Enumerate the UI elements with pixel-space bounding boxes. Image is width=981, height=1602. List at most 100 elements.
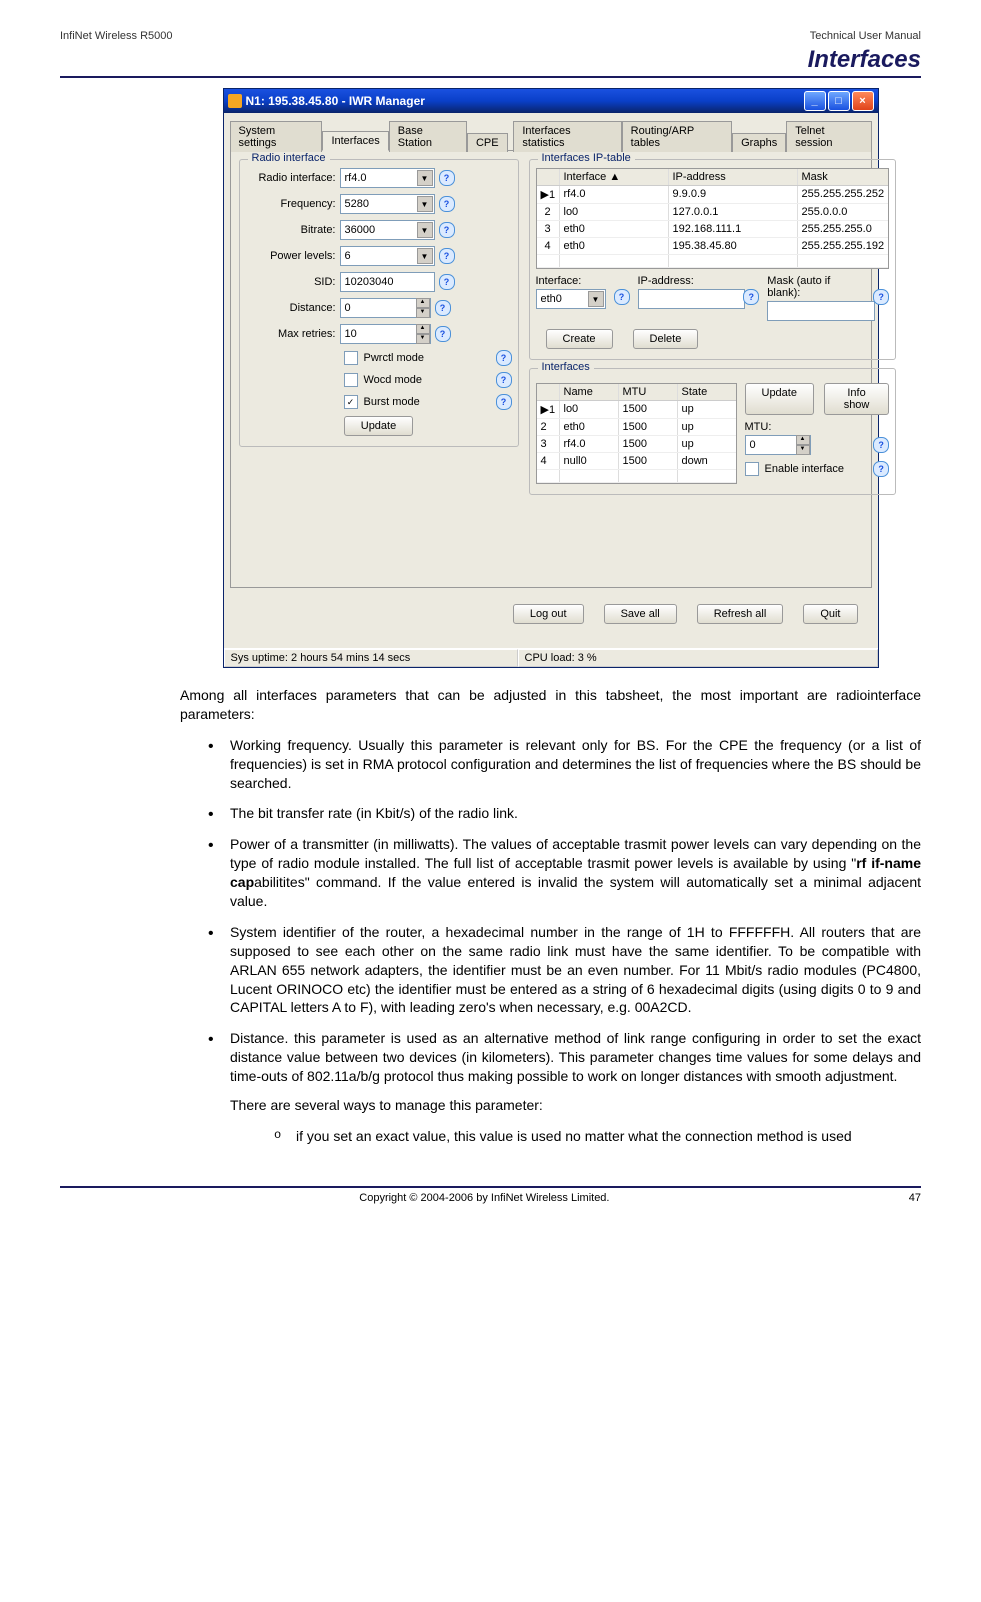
lbl-pwrctl: Pwrctl mode	[364, 352, 425, 364]
help-icon[interactable]: ?	[496, 372, 512, 388]
lbl-ipaddress: IP-address:	[638, 275, 736, 287]
saveall-button[interactable]: Save all	[604, 604, 677, 624]
tab-interfaces[interactable]: Interfaces	[322, 131, 388, 151]
spin-distance[interactable]: 0▲▼	[340, 298, 431, 318]
col-mask[interactable]: Mask	[798, 169, 889, 185]
help-icon[interactable]: ?	[614, 289, 630, 305]
tab-interfaces-statistics[interactable]: Interfaces statistics	[513, 121, 621, 152]
col-mtu[interactable]: MTU	[619, 384, 678, 400]
col-interface[interactable]: Interface ▲	[560, 169, 669, 185]
info-show-button[interactable]: Info show	[824, 383, 889, 415]
tab-base-station[interactable]: Base Station	[389, 121, 467, 152]
table-row[interactable]: ▶1lo01500up	[537, 401, 736, 419]
combo-radio-interface[interactable]: rf4.0▼	[340, 168, 435, 188]
ip-interface-combo[interactable]: eth0▼	[536, 289, 606, 309]
lbl-radio-interface: Radio interface:	[246, 172, 336, 184]
status-bar: Sys uptime: 2 hours 54 mins 14 secs CPU …	[224, 648, 878, 667]
divider	[60, 76, 921, 78]
combo-power[interactable]: 6▼	[340, 246, 435, 266]
lbl-mask: Mask (auto if blank):	[767, 275, 865, 299]
table-row[interactable]: 3rf4.01500up	[537, 436, 736, 453]
help-icon[interactable]: ?	[439, 248, 455, 264]
distance-subtext: There are several ways to manage this pa…	[230, 1096, 921, 1115]
help-icon[interactable]: ?	[496, 350, 512, 366]
lbl-bitrate: Bitrate:	[246, 224, 336, 236]
help-icon[interactable]: ?	[435, 300, 451, 316]
help-icon[interactable]: ?	[743, 289, 759, 305]
close-button[interactable]: ×	[852, 91, 874, 111]
lbl-mtu: MTU:	[745, 421, 890, 433]
titlebar: N1: 195.38.45.80 - IWR Manager _ □ ×	[224, 89, 878, 113]
tab-routing-arp[interactable]: Routing/ARP tables	[622, 121, 732, 152]
tab-system-settings[interactable]: System settings	[230, 121, 323, 152]
dropdown-icon[interactable]: ▼	[417, 170, 433, 186]
tab-telnet[interactable]: Telnet session	[786, 121, 871, 152]
ip-table: Interface ▲ IP-address Mask ▶1rf4.09.9.0…	[536, 168, 890, 269]
lbl-frequency: Frequency:	[246, 198, 336, 210]
doc-title-right: Technical User Manual	[810, 30, 921, 42]
checkbox-enable-interface[interactable]	[745, 462, 759, 476]
col-name[interactable]: Name	[560, 384, 619, 400]
minimize-button[interactable]: _	[804, 91, 826, 111]
ip-address-input[interactable]	[638, 289, 746, 309]
interfaces-group: Interfaces NameMTUState ▶1lo01500up 2eth…	[529, 368, 897, 495]
help-icon[interactable]: ?	[439, 274, 455, 290]
create-button[interactable]: Create	[546, 329, 613, 349]
help-icon[interactable]: ?	[873, 437, 889, 453]
logout-button[interactable]: Log out	[513, 604, 584, 624]
table-row[interactable]: ▶1rf4.09.9.0.9255.255.255.252	[537, 186, 889, 204]
table-row[interactable]: 4eth0195.38.45.80255.255.255.192	[537, 238, 889, 255]
tab-graphs[interactable]: Graphs	[732, 133, 786, 152]
help-icon[interactable]: ?	[439, 196, 455, 212]
lbl-enable-interface: Enable interface	[765, 463, 845, 475]
lbl-interface: Interface:	[536, 275, 606, 287]
dropdown-icon[interactable]: ▼	[417, 248, 433, 264]
dropdown-icon[interactable]: ▼	[417, 196, 433, 212]
intro-paragraph: Among all interfaces parameters that can…	[180, 686, 921, 724]
table-row[interactable]: 2lo0127.0.0.1255.0.0.0	[537, 204, 889, 221]
page-number: 47	[909, 1192, 921, 1204]
if-update-button[interactable]: Update	[745, 383, 814, 415]
checkbox-wocd[interactable]	[344, 373, 358, 387]
lbl-wocd: Wocd mode	[364, 374, 423, 386]
col-state[interactable]: State	[678, 384, 736, 400]
table-row[interactable]: 4null01500down	[537, 453, 736, 470]
radio-update-button[interactable]: Update	[344, 416, 413, 436]
lbl-retries: Max retries:	[246, 328, 336, 340]
help-icon[interactable]: ?	[496, 394, 512, 410]
checkbox-burst[interactable]: ✓	[344, 395, 358, 409]
app-icon	[228, 94, 242, 108]
table-row[interactable]: 3eth0192.168.111.1255.255.255.0	[537, 221, 889, 238]
help-icon[interactable]: ?	[435, 326, 451, 342]
table-row[interactable]: 2eth01500up	[537, 419, 736, 436]
bullet-sid: System identifier of the router, a hexad…	[208, 923, 921, 1017]
window-title: N1: 195.38.45.80 - IWR Manager	[246, 94, 425, 108]
doc-title-left: InfiNet Wireless R5000	[60, 30, 173, 42]
maximize-button[interactable]: □	[828, 91, 850, 111]
quit-button[interactable]: Quit	[803, 604, 857, 624]
tab-cpe[interactable]: CPE	[467, 133, 508, 152]
status-cpu: CPU load: 3 %	[518, 649, 878, 667]
spin-retries[interactable]: 10▲▼	[340, 324, 431, 344]
refresh-button[interactable]: Refresh all	[697, 604, 784, 624]
help-icon[interactable]: ?	[873, 289, 889, 305]
bullet-frequency: Working frequency. Usually this paramete…	[208, 736, 921, 793]
bullet-distance: Distance. this parameter is used as an a…	[208, 1029, 921, 1145]
lbl-distance: Distance:	[246, 302, 336, 314]
help-icon[interactable]: ?	[439, 222, 455, 238]
mtu-spin[interactable]: 0▲▼	[745, 435, 811, 455]
lbl-power: Power levels:	[246, 250, 336, 262]
col-ip[interactable]: IP-address	[669, 169, 798, 185]
input-sid[interactable]: 10203040	[340, 272, 435, 292]
mask-input[interactable]	[767, 301, 875, 321]
help-icon[interactable]: ?	[439, 170, 455, 186]
app-window: N1: 195.38.45.80 - IWR Manager _ □ × Sys…	[223, 88, 879, 668]
dropdown-icon[interactable]: ▼	[417, 222, 433, 238]
status-uptime: Sys uptime: 2 hours 54 mins 14 secs	[224, 649, 518, 667]
delete-button[interactable]: Delete	[633, 329, 699, 349]
combo-frequency[interactable]: 5280▼	[340, 194, 435, 214]
combo-bitrate[interactable]: 36000▼	[340, 220, 435, 240]
help-icon[interactable]: ?	[873, 461, 889, 477]
checkbox-pwrctl[interactable]	[344, 351, 358, 365]
interfaces-table: NameMTUState ▶1lo01500up 2eth01500up 3rf…	[536, 383, 737, 484]
